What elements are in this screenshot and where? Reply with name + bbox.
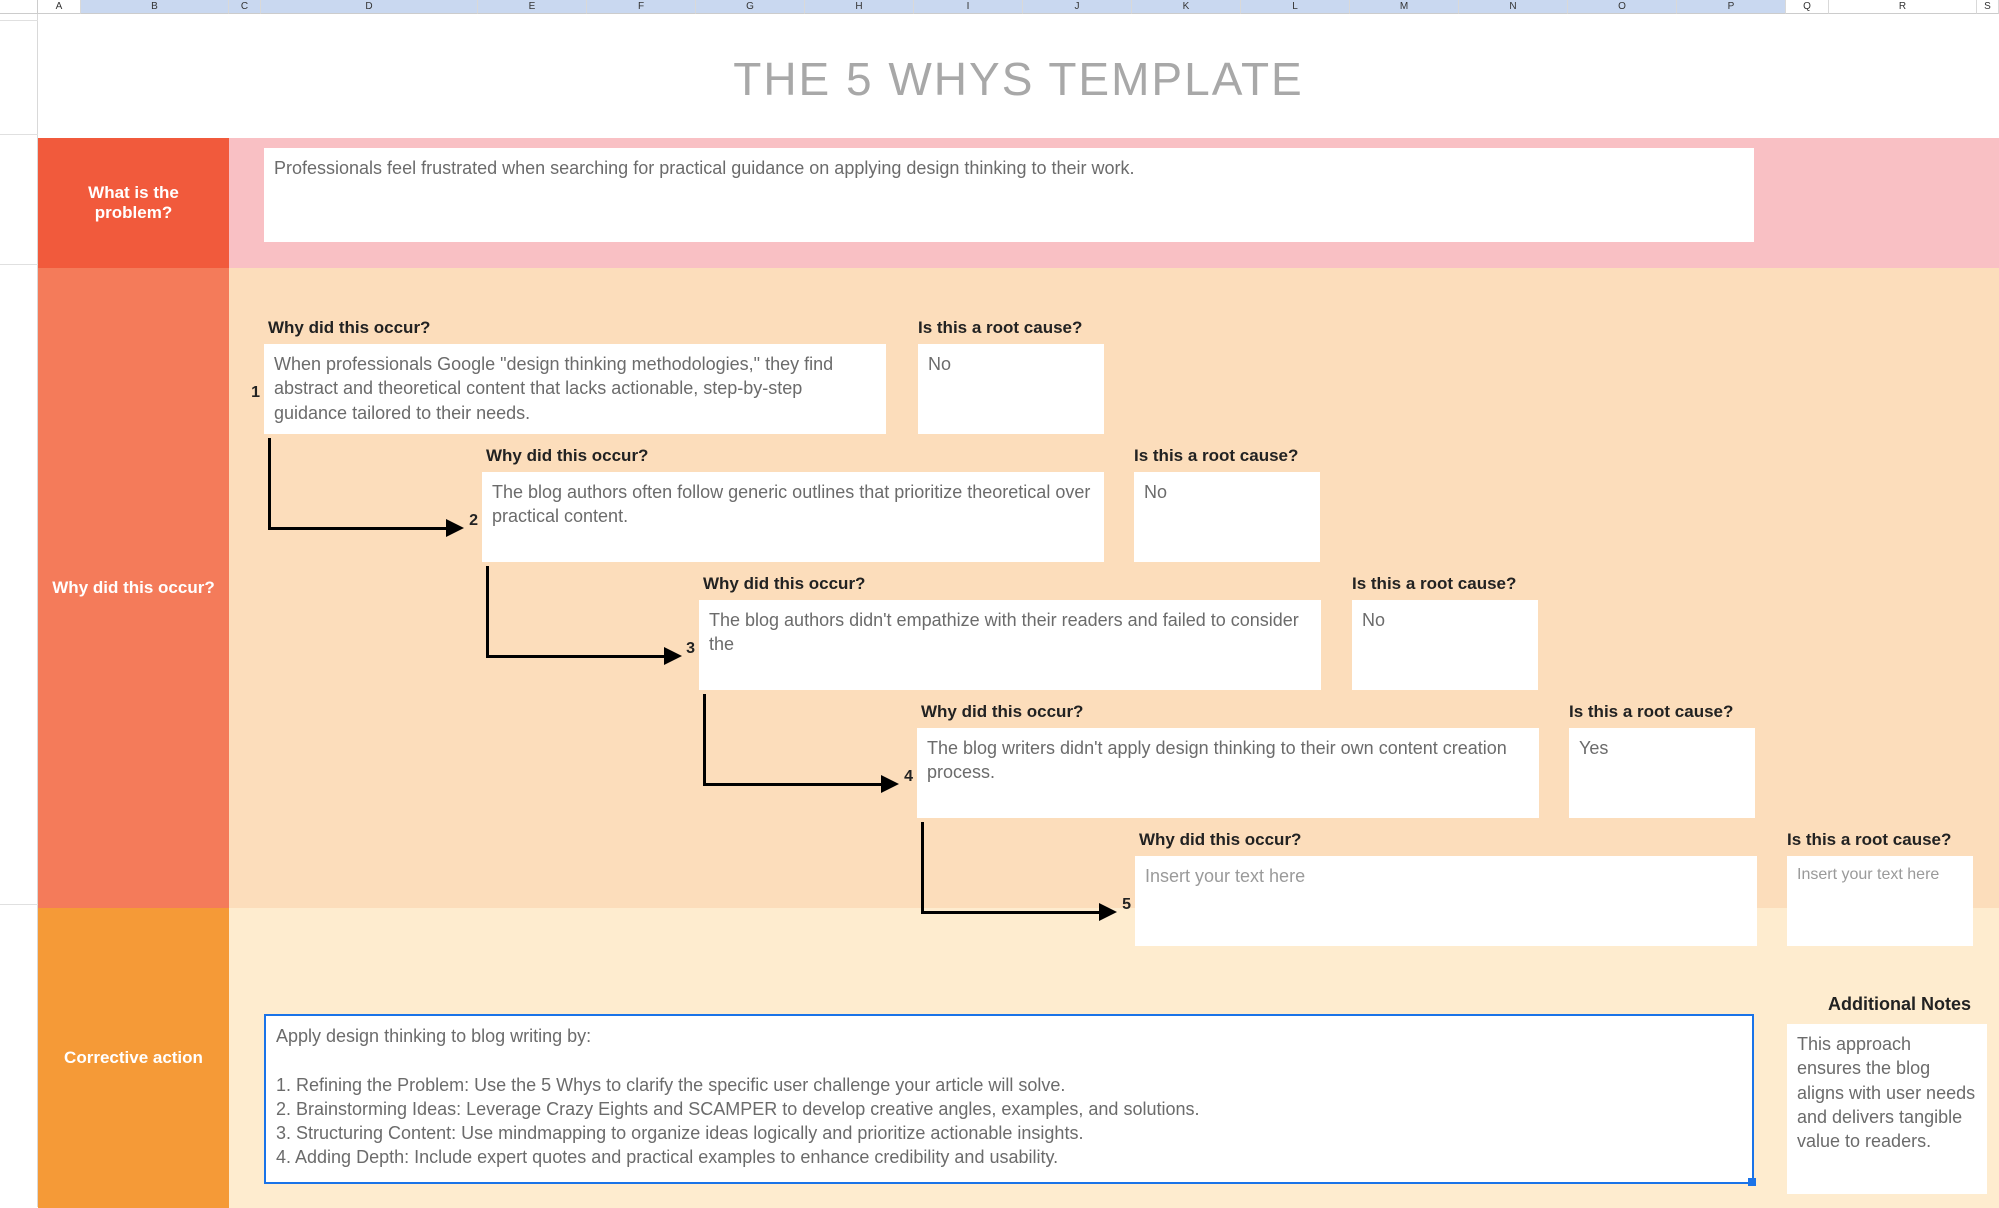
why5-num: 5 — [1113, 896, 1131, 914]
col-hdr-p[interactable]: P — [1677, 0, 1786, 14]
col-hdr-r[interactable]: R — [1829, 0, 1977, 14]
col-hdr-s[interactable]: S — [1977, 0, 1999, 14]
why3-root-question: Is this a root cause? — [1352, 574, 1516, 594]
additional-notes-heading: Additional Notes — [1828, 994, 1971, 1015]
col-hdr-h[interactable]: H — [805, 0, 914, 14]
why3-question: Why did this occur? — [703, 574, 865, 594]
why3-root[interactable]: No — [1352, 600, 1538, 690]
selection-handle-icon[interactable] — [1748, 1178, 1756, 1186]
col-hdr-q[interactable]: Q — [1786, 0, 1829, 14]
why2-question: Why did this occur? — [486, 446, 648, 466]
col-hdr-j[interactable]: J — [1023, 0, 1132, 14]
why4-root-question: Is this a root cause? — [1569, 702, 1733, 722]
select-all-corner[interactable] — [0, 0, 38, 14]
why5-question: Why did this occur? — [1139, 830, 1301, 850]
why3-num: 3 — [677, 640, 695, 658]
col-hdr-c[interactable]: C — [229, 0, 261, 14]
col-hdr-d[interactable]: D — [261, 0, 478, 14]
spreadsheet-canvas: A B C D E F G H I J K L M N O P Q R S TH… — [0, 0, 1999, 1207]
col-hdr-f[interactable]: F — [587, 0, 696, 14]
col-hdr-b[interactable]: B — [81, 0, 229, 14]
col-hdr-i[interactable]: I — [914, 0, 1023, 14]
col-hdr-l[interactable]: L — [1241, 0, 1350, 14]
title-band: THE 5 WHYS TEMPLATE — [38, 20, 1999, 138]
additional-notes-text[interactable]: This approach ensures the blog aligns wi… — [1787, 1024, 1987, 1194]
why2-num: 2 — [460, 512, 478, 530]
why2-text[interactable]: The blog authors often follow generic ou… — [482, 472, 1104, 562]
col-hdr-e[interactable]: E — [478, 0, 587, 14]
corrective-action-text[interactable]: Apply design thinking to blog writing by… — [264, 1014, 1754, 1184]
page-title: THE 5 WHYS TEMPLATE — [733, 52, 1304, 106]
col-hdr-o[interactable]: O — [1568, 0, 1677, 14]
why2-root[interactable]: No — [1134, 472, 1320, 562]
label-problem: What is the problem? — [38, 138, 229, 268]
label-corrective: Corrective action — [38, 908, 229, 1208]
sheet-content: THE 5 WHYS TEMPLATE What is the problem?… — [38, 20, 1999, 1207]
column-headers: A B C D E F G H I J K L M N O P Q R S — [0, 0, 1999, 14]
why2-root-question: Is this a root cause? — [1134, 446, 1298, 466]
why1-text[interactable]: When professionals Google "design thinki… — [264, 344, 886, 434]
why1-num: 1 — [242, 384, 260, 402]
why4-question: Why did this occur? — [921, 702, 1083, 722]
why5-text[interactable]: Insert your text here — [1135, 856, 1757, 946]
why1-root[interactable]: No — [918, 344, 1104, 434]
why4-text[interactable]: The blog writers didn't apply design thi… — [917, 728, 1539, 818]
why3-text[interactable]: The blog authors didn't empathize with t… — [699, 600, 1321, 690]
col-hdr-k[interactable]: K — [1132, 0, 1241, 14]
col-hdr-m[interactable]: M — [1350, 0, 1459, 14]
why5-root-question: Is this a root cause? — [1787, 830, 1951, 850]
why1-question: Why did this occur? — [268, 318, 430, 338]
col-hdr-g[interactable]: G — [696, 0, 805, 14]
why5-root[interactable]: Insert your text here — [1787, 856, 1973, 946]
label-why-occur: Why did this occur? — [38, 268, 229, 908]
why1-root-question: Is this a root cause? — [918, 318, 1082, 338]
why4-root[interactable]: Yes — [1569, 728, 1755, 818]
col-hdr-a[interactable]: A — [38, 0, 81, 14]
row-headers — [0, 14, 38, 1207]
problem-text[interactable]: Professionals feel frustrated when searc… — [264, 148, 1754, 242]
why4-num: 4 — [895, 768, 913, 786]
col-hdr-n[interactable]: N — [1459, 0, 1568, 14]
